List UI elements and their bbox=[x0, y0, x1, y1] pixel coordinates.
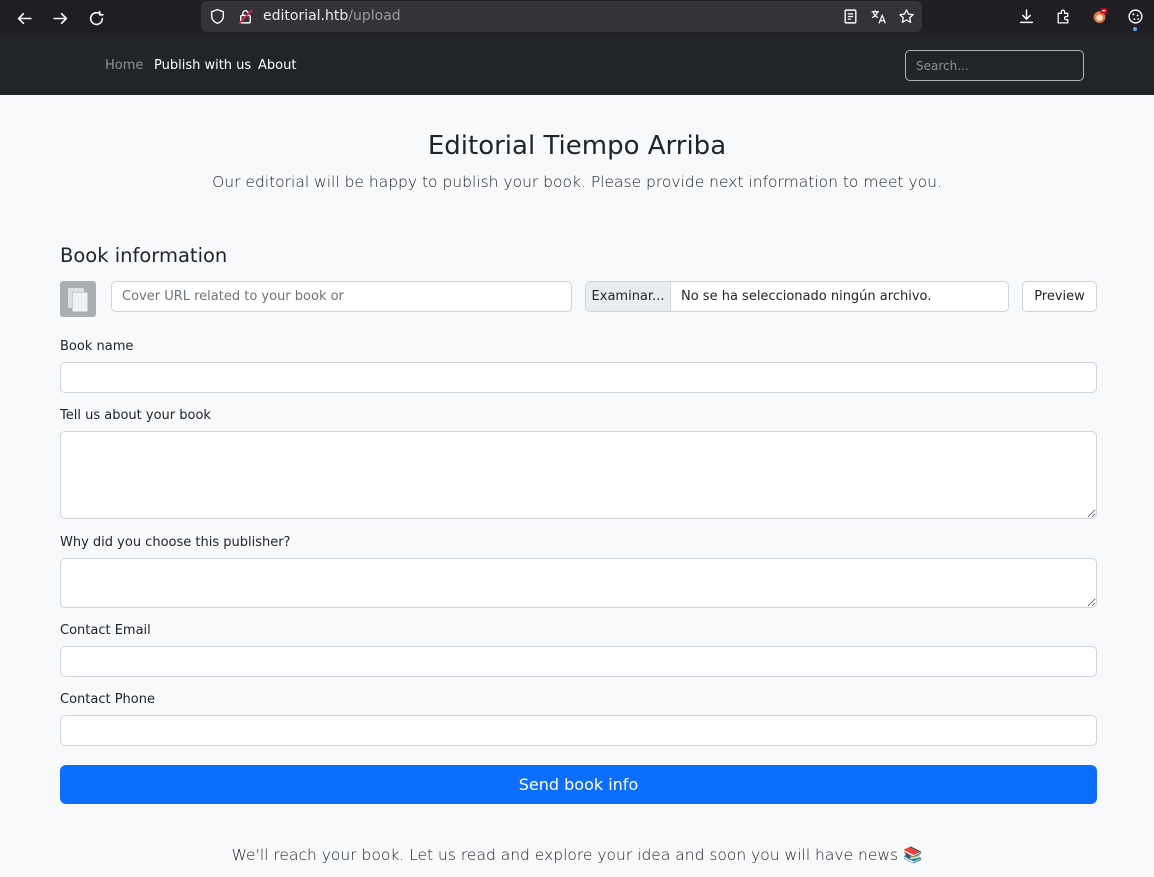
cover-file-input[interactable]: Examinar... No se ha seleccionado ningún… bbox=[585, 281, 1009, 312]
section-title-book-information: Book information bbox=[60, 244, 228, 267]
cover-preview-icon bbox=[60, 281, 96, 317]
reload-icon[interactable] bbox=[82, 4, 110, 32]
cookie-icon[interactable] bbox=[1124, 5, 1146, 31]
footer-note: We'll reach your book. Let us read and e… bbox=[231, 846, 923, 864]
translate-icon[interactable] bbox=[867, 5, 889, 27]
page-subtitle: Our editorial will be happy to publish y… bbox=[212, 173, 942, 191]
url-text: editorial.htb/upload bbox=[263, 8, 401, 24]
send-book-info-button[interactable]: Send book info bbox=[60, 765, 1097, 804]
bookmark-star-icon[interactable] bbox=[895, 5, 917, 27]
page-title: Editorial Tiempo Arriba bbox=[427, 131, 727, 161]
nav-link-about[interactable]: About bbox=[258, 58, 296, 73]
browser-toolbar: editorial.htb/upload bbox=[0, 0, 1154, 36]
about-book-label: Tell us about your book bbox=[60, 408, 211, 423]
ublock-icon[interactable] bbox=[1088, 4, 1110, 26]
book-name-input[interactable] bbox=[60, 362, 1097, 393]
url-host: editorial.htb bbox=[263, 8, 349, 24]
forward-icon[interactable] bbox=[46, 4, 74, 32]
search-input[interactable] bbox=[905, 50, 1084, 81]
address-bar[interactable]: editorial.htb/upload bbox=[201, 1, 922, 32]
notification-dot bbox=[1133, 27, 1137, 31]
lock-icon[interactable] bbox=[234, 5, 256, 27]
contact-email-input[interactable] bbox=[60, 646, 1097, 677]
back-icon[interactable] bbox=[10, 4, 38, 32]
contact-phone-label: Contact Phone bbox=[60, 692, 155, 707]
nav-link-publish[interactable]: Publish with us bbox=[154, 58, 251, 73]
site-navbar: Home Publish with us About bbox=[0, 36, 1154, 95]
about-book-textarea[interactable] bbox=[60, 431, 1097, 519]
book-name-label: Book name bbox=[60, 339, 134, 354]
why-publisher-textarea[interactable] bbox=[60, 558, 1097, 608]
extensions-icon[interactable] bbox=[1052, 5, 1074, 27]
file-browse-button[interactable]: Examinar... bbox=[586, 282, 671, 311]
preview-button[interactable]: Preview bbox=[1022, 281, 1097, 312]
nav-link-home[interactable]: Home bbox=[105, 58, 143, 73]
url-path: /upload bbox=[348, 8, 401, 24]
why-publisher-label: Why did you choose this publisher? bbox=[60, 535, 291, 550]
contact-phone-input[interactable] bbox=[60, 715, 1097, 746]
file-status-text: No se ha seleccionado ningún archivo. bbox=[681, 289, 932, 304]
reader-view-icon[interactable] bbox=[839, 5, 861, 27]
downloads-icon[interactable] bbox=[1015, 5, 1037, 27]
contact-email-label: Contact Email bbox=[60, 623, 151, 638]
cover-url-input[interactable] bbox=[111, 281, 572, 312]
shield-icon[interactable] bbox=[206, 5, 228, 27]
